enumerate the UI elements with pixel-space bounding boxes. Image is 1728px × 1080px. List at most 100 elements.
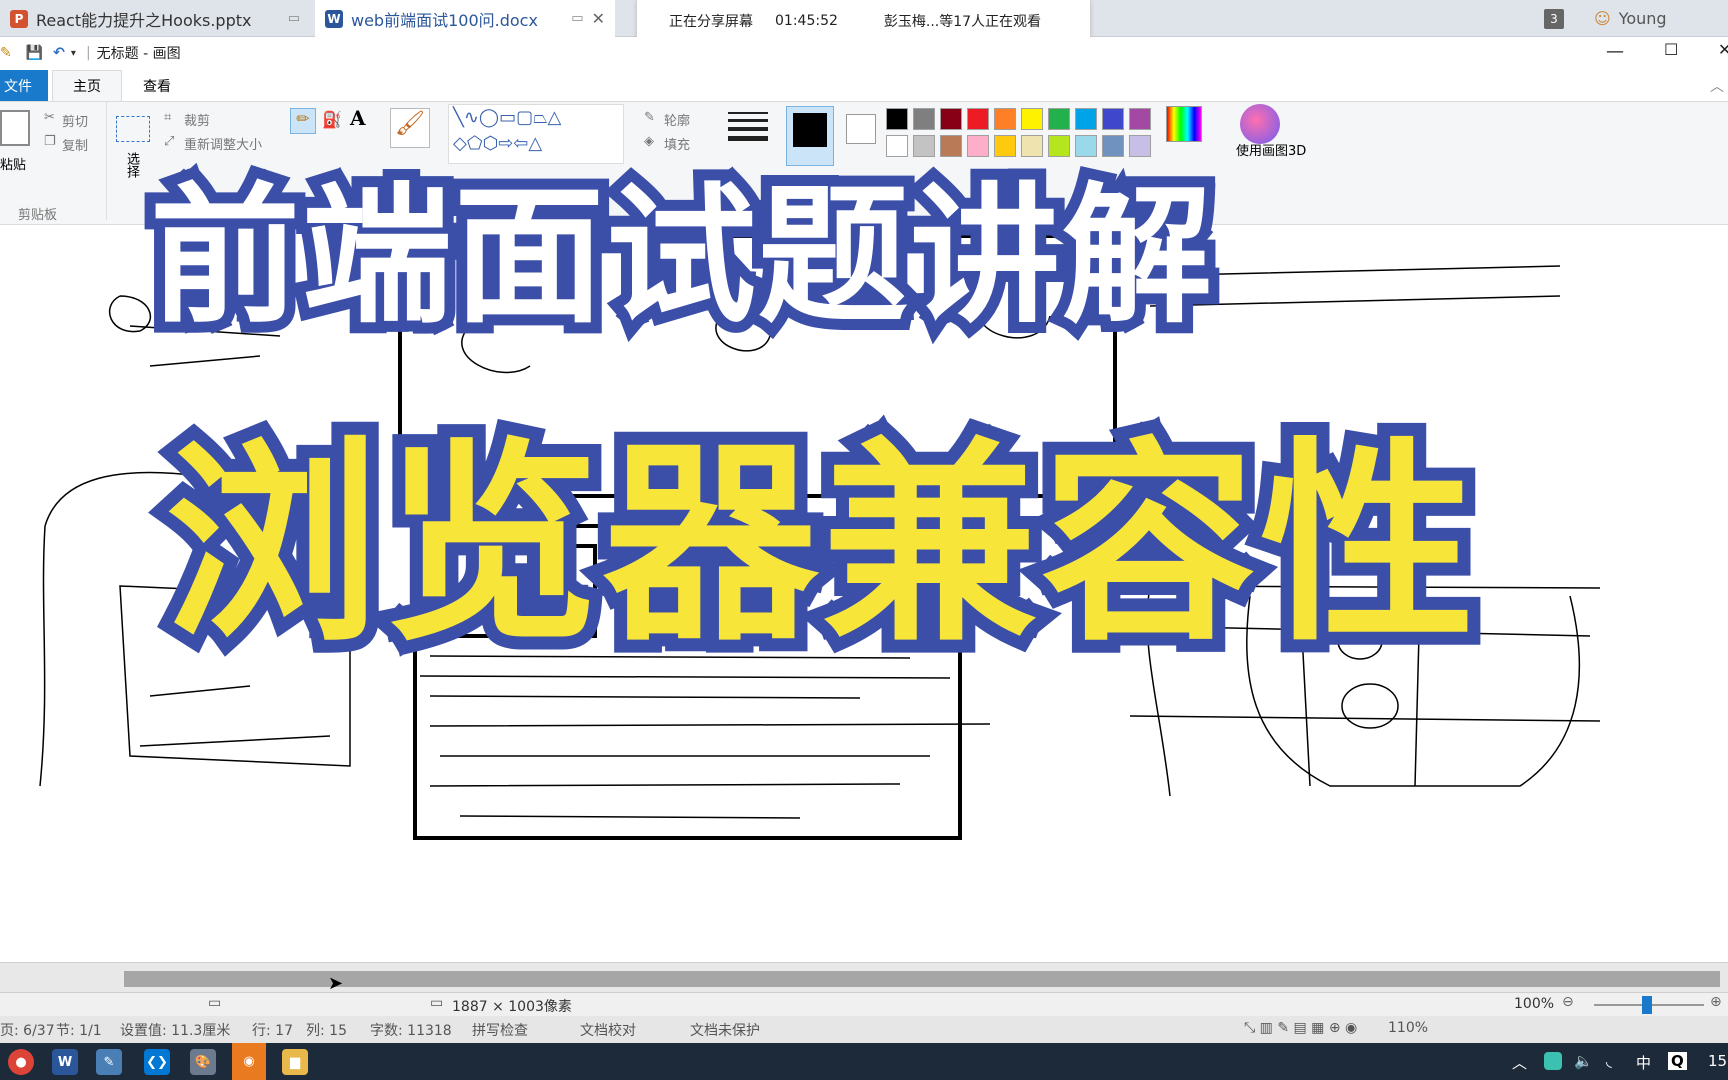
user-name: Young (1618, 9, 1667, 28)
col-indicator: 列: 15 (306, 1023, 347, 1039)
palette-swatch[interactable] (1129, 108, 1151, 130)
select-icon[interactable] (116, 116, 150, 142)
paint-status-bar: ▭ ▭ 1887 × 1003像素 100% ⊖ ⊕ (0, 992, 1728, 1016)
tab-home[interactable]: 主页 (52, 70, 122, 101)
minimize-icon[interactable]: — (1606, 41, 1624, 62)
pin-icon[interactable]: ▭ (571, 11, 583, 26)
selection-icon: ▭ (208, 995, 222, 1011)
word-icon: W (325, 9, 343, 28)
maximize-icon[interactable]: ☐ (1664, 40, 1678, 59)
close-window-icon[interactable]: ✕ (1718, 40, 1728, 59)
doc-tab-docx[interactable]: W web前端面试100问.docx ▭ ✕ (315, 0, 615, 37)
paste-icon[interactable] (0, 110, 30, 146)
zoom-in-icon[interactable]: ⊕ (1710, 994, 1722, 1010)
title-divider: | (85, 45, 91, 61)
section-indicator: 节: 1/1 (56, 1023, 102, 1039)
copy-button[interactable]: 复制 (62, 135, 88, 154)
outline-button[interactable]: 轮廓 (664, 110, 690, 129)
paint-taskbar-icon[interactable]: 🎨 (190, 1049, 216, 1075)
protection-status[interactable]: 文档未保护 (690, 1020, 760, 1040)
pencil-icon: ✏ (296, 109, 310, 128)
zoom-slider-thumb[interactable] (1642, 996, 1652, 1014)
palette-swatch[interactable] (1021, 108, 1043, 130)
zoom-out-icon[interactable]: ⊖ (1562, 994, 1574, 1010)
window-title: 无标题 - 画图 (96, 46, 181, 62)
doc-tab-pptx[interactable]: P React能力提升之Hooks.pptx ▭ (0, 0, 310, 37)
select-button[interactable]: 选择 (122, 152, 141, 178)
sketch-stroke (139, 685, 331, 747)
chrome-icon[interactable]: ● (8, 1049, 34, 1075)
vscode-icon[interactable]: ❮❯ (144, 1049, 170, 1075)
fill-bucket-icon[interactable]: ⛽ (322, 110, 342, 129)
scrollbar-thumb[interactable] (124, 971, 1720, 987)
view-mode-icons[interactable]: ⤡ ▥ ✎ ▤ ▦ ⊕ ◉ (1244, 1020, 1357, 1036)
tray-expand-icon[interactable]: ︿ (1512, 1052, 1527, 1073)
zoom-level: 100% (1514, 996, 1555, 1012)
overlay-title-line2: 浏览器兼容性 (152, 406, 1488, 683)
size-line (728, 112, 768, 114)
paint3d-icon[interactable] (1240, 104, 1280, 144)
mouse-cursor-icon: ➤ (328, 973, 344, 994)
tab-view[interactable]: 查看 (122, 70, 192, 101)
close-icon[interactable]: ✕ (592, 9, 605, 28)
paint-title-bar: ✎ 💾 ↶ ▾ | 无标题 - 画图 — ☐ ✕ (0, 37, 1728, 69)
app-orange-icon[interactable]: ◉ (232, 1043, 266, 1080)
user-area[interactable]: ☺ Young (1594, 9, 1667, 28)
word-count: 字数: 11318 (370, 1023, 452, 1039)
tab-file[interactable]: 文件 (0, 70, 48, 101)
quick-access-dropdown-icon[interactable]: ▾ (71, 48, 76, 59)
file-explorer-icon[interactable]: ▆ (282, 1049, 308, 1075)
palette-swatch[interactable] (994, 108, 1016, 130)
page-indicator: 页: 6/37 (0, 1023, 55, 1039)
size-line (728, 119, 768, 122)
spell-check-button[interactable]: 拼写检查 (472, 1020, 528, 1040)
proofread-button[interactable]: 文档校对 (580, 1020, 636, 1040)
palette-swatch[interactable] (967, 108, 989, 130)
q-app-icon[interactable]: Q (1668, 1052, 1687, 1070)
avatar-icon: ☺ (1594, 9, 1611, 28)
ime-indicator[interactable]: 中 (1636, 1052, 1651, 1073)
doc-tab-label: React能力提升之Hooks.pptx (36, 10, 252, 30)
crop-icon: ⌗ (164, 110, 172, 125)
palette-swatch[interactable] (886, 108, 908, 130)
text-tool-icon[interactable]: A (350, 106, 366, 130)
ribbon-tab-bar: 文件 主页 查看 ︿ (0, 70, 1728, 102)
share-timer: 01:45:52 (775, 12, 838, 29)
paint3d-button[interactable]: 使用画图3D (1236, 140, 1306, 159)
notepad-icon[interactable]: ✎ (96, 1049, 122, 1075)
tray-app-icon[interactable] (1544, 1052, 1562, 1070)
palette-swatch[interactable] (1075, 108, 1097, 130)
outline-icon: ✎ (644, 110, 655, 125)
horizontal-scrollbar[interactable]: ➤ (0, 962, 1728, 994)
overlay-title-line1: 前端面试题讲解 (139, 159, 1223, 355)
paste-button[interactable]: 粘贴 (0, 154, 26, 173)
taskbar: ● W ✎ ❮❯ 🎨 ◉ ▆ ︿ 🔈 ◟ 中 Q 15 (0, 1043, 1728, 1080)
window-count-badge[interactable]: 3 (1544, 9, 1564, 29)
word-zoom[interactable]: 110% (1388, 1020, 1428, 1036)
row-indicator: 行: 17 (252, 1023, 293, 1039)
palette-swatch[interactable] (1048, 108, 1070, 130)
palette-swatch[interactable] (913, 108, 935, 130)
wps-icon[interactable]: W (52, 1049, 78, 1075)
palette-swatch[interactable] (1102, 108, 1124, 130)
clipboard-group-label: 剪贴板 (18, 208, 58, 223)
brush-icon: 🖌 (394, 109, 426, 137)
pin-icon[interactable]: ▭ (288, 11, 300, 26)
pencil-tool[interactable]: ✏ (290, 108, 316, 134)
copy-icon: ❐ (44, 134, 56, 149)
palette-swatch[interactable] (940, 108, 962, 130)
line-shape-icon[interactable]: ╲∿◯▭▢⏢△ (453, 107, 561, 128)
crop-button[interactable]: 裁剪 (184, 110, 210, 129)
clock: 15 (1708, 1052, 1728, 1070)
ppt-icon: P (10, 9, 28, 28)
network-icon[interactable]: ◟ (1606, 1052, 1612, 1070)
undo-icon[interactable]: ↶ (53, 45, 65, 61)
group-divider (106, 102, 107, 220)
sketch-stroke (1341, 683, 1399, 729)
collapse-ribbon-icon[interactable]: ︿ (1710, 70, 1724, 101)
save-icon[interactable]: 💾 (26, 45, 43, 61)
share-viewers[interactable]: 彭玉梅...等17人正在观看 (884, 11, 1041, 31)
volume-icon[interactable]: 🔈 (1574, 1052, 1593, 1070)
share-status: 正在分享屏幕 (669, 13, 753, 30)
cut-button[interactable]: 剪切 (62, 111, 88, 130)
